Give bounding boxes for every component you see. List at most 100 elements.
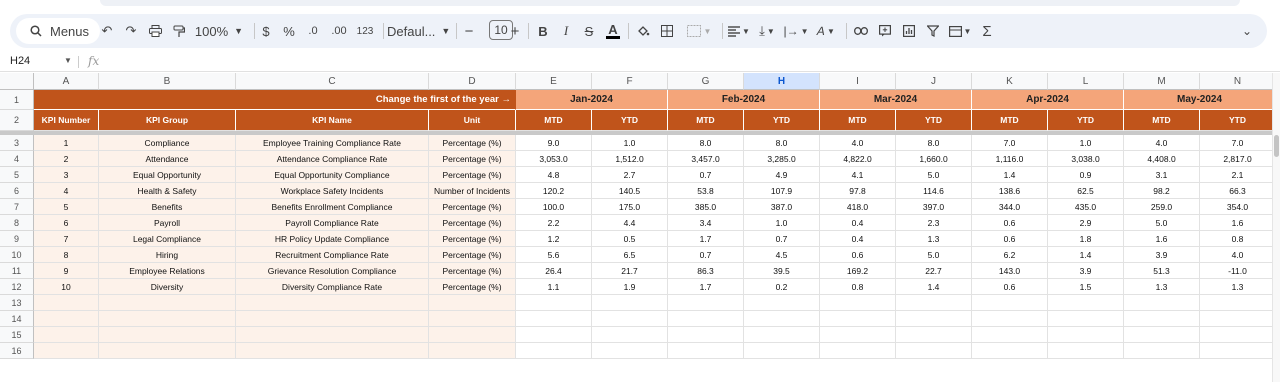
table-cell[interactable]: 7.0 <box>972 135 1048 151</box>
empty-cell[interactable] <box>820 311 896 327</box>
chevron-down-icon[interactable]: ▼ <box>64 56 72 65</box>
table-cell[interactable]: 143.0 <box>972 263 1048 279</box>
table-cell[interactable]: 1,660.0 <box>896 151 972 167</box>
table-cell[interactable]: Percentage (%) <box>429 247 516 263</box>
table-cell[interactable]: 2,817.0 <box>1200 151 1276 167</box>
empty-cell[interactable] <box>896 295 972 311</box>
table-cell[interactable]: 0.6 <box>820 247 896 263</box>
table-cell[interactable]: 259.0 <box>1124 199 1200 215</box>
table-cell[interactable]: 3,457.0 <box>668 151 744 167</box>
empty-cell[interactable] <box>516 343 592 359</box>
empty-cell[interactable] <box>592 327 668 343</box>
table-cell[interactable]: Workplace Safety Incidents <box>236 183 429 199</box>
table-cell[interactable]: 7 <box>34 231 99 247</box>
table-cell[interactable]: 8.0 <box>668 135 744 151</box>
empty-cell[interactable] <box>1124 327 1200 343</box>
row-header-11[interactable]: 11 <box>0 263 34 279</box>
table-cell[interactable]: 1 <box>34 135 99 151</box>
table-cell[interactable]: 4,408.0 <box>1124 151 1200 167</box>
empty-cell[interactable] <box>429 343 516 359</box>
empty-cell[interactable] <box>236 343 429 359</box>
table-cell[interactable]: 0.7 <box>744 231 820 247</box>
table-cell[interactable]: 7.0 <box>1200 135 1276 151</box>
empty-cell[interactable] <box>99 311 236 327</box>
table-cell[interactable]: 8.0 <box>744 135 820 151</box>
font-select[interactable]: Defaul... ▼ <box>387 14 450 48</box>
empty-cell[interactable] <box>516 311 592 327</box>
column-header-n[interactable]: N <box>1200 73 1276 90</box>
table-cell[interactable]: 0.8 <box>1200 231 1276 247</box>
table-cell[interactable]: 1.8 <box>1048 231 1124 247</box>
empty-cell[interactable] <box>429 295 516 311</box>
table-cell[interactable]: Hiring <box>99 247 236 263</box>
table-cell[interactable]: 138.6 <box>972 183 1048 199</box>
empty-cell[interactable] <box>896 327 972 343</box>
table-cell[interactable]: 3,038.0 <box>1048 151 1124 167</box>
column-header-c[interactable]: C <box>236 73 429 90</box>
strikethrough-button[interactable]: S <box>582 14 596 48</box>
table-cell[interactable]: Percentage (%) <box>429 199 516 215</box>
empty-cell[interactable] <box>34 327 99 343</box>
insert-comment-icon[interactable] <box>876 14 894 48</box>
table-cell[interactable]: 1.0 <box>1048 135 1124 151</box>
table-cell[interactable]: 5.0 <box>896 167 972 183</box>
table-cell[interactable]: Attendance Compliance Rate <box>236 151 429 167</box>
empty-cell[interactable] <box>34 295 99 311</box>
percent-button[interactable]: % <box>281 14 297 48</box>
empty-cell[interactable] <box>668 311 744 327</box>
table-cell[interactable]: Percentage (%) <box>429 263 516 279</box>
row-header-3[interactable]: 3 <box>0 135 34 151</box>
row-header-9[interactable]: 9 <box>0 231 34 247</box>
row-header-2[interactable]: 2 <box>0 110 34 131</box>
table-cell[interactable]: 62.5 <box>1048 183 1124 199</box>
table-cell[interactable]: 1.6 <box>1200 215 1276 231</box>
table-cell[interactable]: 0.4 <box>820 215 896 231</box>
table-cell[interactable]: 397.0 <box>896 199 972 215</box>
table-cell[interactable]: Equal Opportunity Compliance <box>236 167 429 183</box>
table-cell[interactable]: Diversity Compliance Rate <box>236 279 429 295</box>
table-cell[interactable]: 107.9 <box>744 183 820 199</box>
table-cell[interactable]: 8.0 <box>896 135 972 151</box>
table-cell[interactable]: 98.2 <box>1124 183 1200 199</box>
table-cell[interactable]: 418.0 <box>820 199 896 215</box>
row-header-13[interactable]: 13 <box>0 295 34 311</box>
filter-views-icon[interactable]: ▼ <box>946 14 974 48</box>
table-cell[interactable]: 354.0 <box>1200 199 1276 215</box>
table-cell[interactable]: Recruitment Compliance Rate <box>236 247 429 263</box>
table-cell[interactable]: 1.4 <box>1048 247 1124 263</box>
redo-icon[interactable]: ↷ <box>122 14 140 48</box>
decrease-decimal-button[interactable]: .0 <box>304 14 322 48</box>
fill-color-icon[interactable] <box>634 14 652 48</box>
table-cell[interactable]: 0.5 <box>592 231 668 247</box>
table-cell[interactable]: 86.3 <box>668 263 744 279</box>
table-cell[interactable]: 4.0 <box>1200 247 1276 263</box>
empty-cell[interactable] <box>744 311 820 327</box>
column-header-m[interactable]: M <box>1124 73 1200 90</box>
table-cell[interactable]: 1.7 <box>668 231 744 247</box>
empty-cell[interactable] <box>429 327 516 343</box>
table-cell[interactable]: Benefits <box>99 199 236 215</box>
empty-cell[interactable] <box>99 327 236 343</box>
table-cell[interactable]: Equal Opportunity <box>99 167 236 183</box>
table-cell[interactable]: HR Policy Update Compliance <box>236 231 429 247</box>
empty-cell[interactable] <box>1048 327 1124 343</box>
column-header-i[interactable]: I <box>820 73 896 90</box>
column-header-b[interactable]: B <box>99 73 236 90</box>
increase-font-size-button[interactable]: + <box>508 14 522 48</box>
table-cell[interactable]: 4 <box>34 183 99 199</box>
table-cell[interactable]: 100.0 <box>516 199 592 215</box>
empty-cell[interactable] <box>820 295 896 311</box>
table-cell[interactable]: 3.9 <box>1124 247 1200 263</box>
text-wrapping-icon[interactable]: |→ ▼ <box>782 14 810 48</box>
table-cell[interactable]: 0.6 <box>972 279 1048 295</box>
bold-button[interactable]: B <box>536 14 550 48</box>
empty-cell[interactable] <box>1124 343 1200 359</box>
decrease-font-size-button[interactable]: − <box>462 14 476 48</box>
empty-cell[interactable] <box>236 327 429 343</box>
table-cell[interactable]: Percentage (%) <box>429 135 516 151</box>
select-all-corner[interactable] <box>0 73 34 90</box>
column-header-k[interactable]: K <box>972 73 1048 90</box>
table-cell[interactable]: 175.0 <box>592 199 668 215</box>
table-cell[interactable]: Number of Incidents <box>429 183 516 199</box>
table-cell[interactable]: 1.3 <box>896 231 972 247</box>
